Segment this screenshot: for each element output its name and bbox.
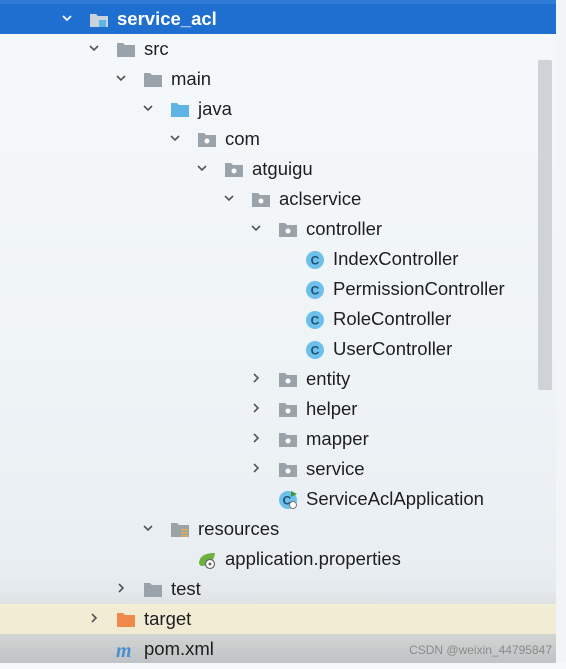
tree-item-src[interactable]: src (0, 34, 566, 64)
spring-boot-class-icon: C (278, 489, 298, 509)
folder-icon (116, 39, 136, 59)
vertical-scrollbar[interactable] (538, 60, 552, 390)
tree-item-label: application.properties (225, 548, 401, 569)
project-tree: service_acl src main java com atguigu ac… (0, 0, 566, 663)
tree-item-java[interactable]: java (0, 94, 566, 124)
chevron-right-icon[interactable] (89, 613, 99, 623)
chevron-down-icon[interactable] (197, 163, 207, 173)
tree-item-helper[interactable]: helper (0, 394, 566, 424)
tree-item-label: com (225, 128, 260, 149)
package-icon (278, 369, 298, 389)
package-icon (197, 129, 217, 149)
class-icon: C (305, 249, 325, 269)
tree-item-mapper[interactable]: mapper (0, 424, 566, 454)
chevron-down-icon[interactable] (143, 103, 153, 113)
tree-item-label: main (171, 68, 212, 89)
chevron-down-icon[interactable] (116, 73, 126, 83)
resources-folder-icon (170, 519, 190, 539)
tree-item-serviceaclapplication[interactable]: C ServiceAclApplication (0, 484, 566, 514)
tree-item-main[interactable]: main (0, 64, 566, 94)
chevron-down-icon[interactable] (224, 193, 234, 203)
right-edge (556, 0, 566, 663)
tree-item-entity[interactable]: entity (0, 364, 566, 394)
tree-item-label: UserController (333, 338, 453, 359)
tree-item-com[interactable]: com (0, 124, 566, 154)
tree-item-label: atguigu (252, 158, 313, 179)
maven-icon: m (116, 639, 136, 662)
package-icon (278, 459, 298, 479)
tree-item-service[interactable]: service (0, 454, 566, 484)
chevron-right-icon[interactable] (251, 463, 261, 473)
tree-item-target[interactable]: target (0, 604, 566, 634)
source-root-folder-icon (170, 99, 190, 119)
svg-text:m: m (116, 640, 132, 660)
svg-text:C: C (311, 314, 320, 328)
svg-text:C: C (311, 344, 320, 358)
package-icon (278, 399, 298, 419)
chevron-down-icon[interactable] (143, 523, 153, 533)
spring-properties-icon (197, 549, 217, 570)
package-icon (278, 429, 298, 449)
tree-item-label: service_acl (117, 8, 217, 29)
chevron-right-icon[interactable] (251, 433, 261, 443)
tree-item-label: entity (306, 368, 351, 389)
tree-item-label: PermissionController (333, 278, 505, 299)
module-folder-icon (89, 9, 109, 29)
svg-text:C: C (311, 254, 320, 268)
folder-icon (143, 579, 163, 599)
svg-text:C: C (311, 284, 320, 298)
excluded-folder-icon (116, 609, 136, 629)
tree-item-label: ServiceAclApplication (306, 488, 484, 509)
chevron-down-icon[interactable] (89, 43, 99, 53)
tree-item-label: src (144, 38, 169, 59)
tree-item-indexcontroller[interactable]: C IndexController (0, 244, 566, 274)
tree-item-label: mapper (306, 428, 369, 449)
tree-item-label: controller (306, 218, 383, 239)
tree-item-service-acl[interactable]: service_acl (0, 4, 566, 34)
tree-item-aclservice[interactable]: aclservice (0, 184, 566, 214)
chevron-down-icon[interactable] (62, 13, 72, 23)
tree-item-test[interactable]: test (0, 574, 566, 604)
tree-item-atguigu[interactable]: atguigu (0, 154, 566, 184)
tree-item-label: resources (198, 518, 280, 539)
chevron-right-icon[interactable] (116, 583, 126, 593)
class-icon: C (305, 339, 325, 359)
chevron-right-icon[interactable] (251, 403, 261, 413)
folder-icon (143, 69, 163, 89)
tree-item-application-properties[interactable]: application.properties (0, 544, 566, 574)
tree-item-label: pom.xml (144, 638, 214, 659)
tree-item-label: test (171, 578, 201, 599)
tree-item-resources[interactable]: resources (0, 514, 566, 544)
watermark-text: CSDN @weixin_44795847 (409, 643, 552, 657)
tree-item-label: IndexController (333, 248, 459, 269)
package-icon (224, 159, 244, 179)
package-icon (251, 189, 271, 209)
tree-item-permissioncontroller[interactable]: C PermissionController (0, 274, 566, 304)
tree-item-label: service (306, 458, 365, 479)
chevron-down-icon[interactable] (251, 223, 261, 233)
tree-item-usercontroller[interactable]: C UserController (0, 334, 566, 364)
tree-item-label: RoleController (333, 308, 452, 329)
class-icon: C (305, 279, 325, 299)
tree-item-controller[interactable]: controller (0, 214, 566, 244)
tree-item-label: helper (306, 398, 358, 419)
chevron-down-icon[interactable] (170, 133, 180, 143)
chevron-right-icon[interactable] (251, 373, 261, 383)
tree-item-label: target (144, 608, 192, 629)
package-icon (278, 219, 298, 239)
tree-item-label: aclservice (279, 188, 362, 209)
tree-item-rolecontroller[interactable]: C RoleController (0, 304, 566, 334)
tree-item-label: java (198, 98, 232, 119)
class-icon: C (305, 309, 325, 329)
